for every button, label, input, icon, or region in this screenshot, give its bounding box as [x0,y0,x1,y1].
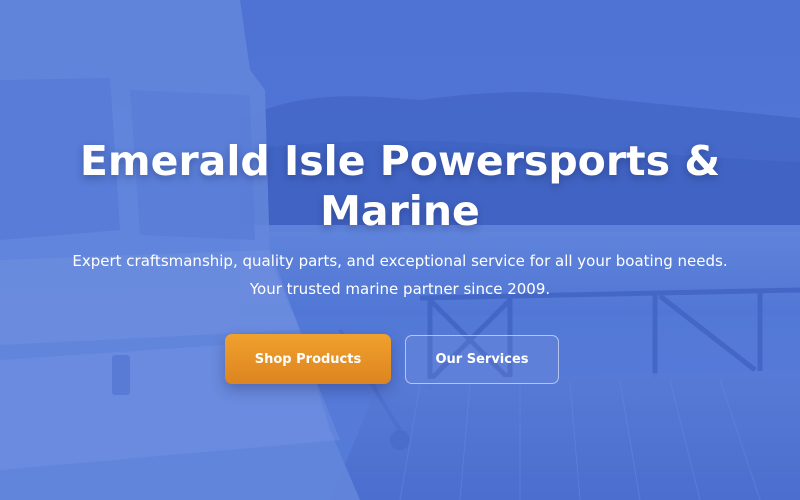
hero-content: Emerald Isle Powersports & Marine Expert… [0,0,800,500]
hero-title: Emerald Isle Powersports & Marine [79,137,721,235]
hero-subtitle: Expert craftsmanship, quality parts, and… [40,247,760,303]
hero-subtitle-line-1: Expert craftsmanship, quality parts, and… [72,252,728,270]
shop-products-button[interactable]: Shop Products [225,334,391,384]
our-services-button[interactable]: Our Services [405,335,559,384]
hero-section: Emerald Isle Powersports & Marine Expert… [0,0,800,500]
hero-subtitle-line-2: Your trusted marine partner since 2009. [249,280,551,298]
